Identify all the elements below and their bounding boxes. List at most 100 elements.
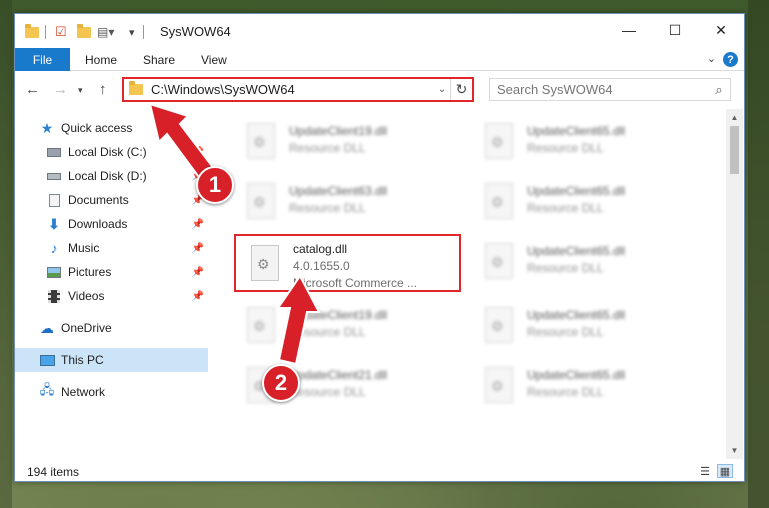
pin-icon[interactable]: 📌 <box>192 243 204 254</box>
dll-file-icon <box>247 307 281 347</box>
file-type: Resource DLL <box>527 325 604 339</box>
computer-icon <box>39 353 55 367</box>
scroll-down-icon[interactable]: ▼ <box>726 442 743 459</box>
sidebar-item-label: Downloads <box>68 217 128 231</box>
sidebar-item-label: This PC <box>61 353 104 367</box>
file-tile[interactable]: UpdateClient65.dll Resource DLL <box>477 301 703 357</box>
tab-share[interactable]: Share <box>143 48 175 71</box>
file-tile[interactable]: UpdateClient65.dll Resource DLL <box>477 361 703 417</box>
new-folder-icon[interactable] <box>77 23 91 41</box>
tab-view[interactable]: View <box>201 48 227 71</box>
documents-icon <box>46 193 62 207</box>
file-name: UpdateClient19.dll <box>289 308 388 322</box>
sidebar-item-videos[interactable]: Videos 📌 <box>15 284 208 308</box>
status-bar: 194 items ☰ ▦ <box>15 459 744 483</box>
dll-file-icon <box>247 183 281 223</box>
navigation-bar: ← → ▾ ↑ C:\Windows\SysWOW64 ⌄ ↻ ⌕ <box>15 71 744 109</box>
customize-icon[interactable]: ▤▾ <box>97 23 114 41</box>
file-name: UpdateClient63.dll <box>289 184 388 198</box>
tab-home[interactable]: Home <box>85 48 117 71</box>
file-type: Resource DLL <box>527 141 604 155</box>
scrollbar-thumb[interactable] <box>730 126 739 174</box>
sidebar-item-label: Local Disk (C:) <box>68 145 147 159</box>
sidebar-item-documents[interactable]: Documents 📌 <box>15 188 208 212</box>
explorer-window: ☑ ▤▾ ▾ SysWOW64 — ☐ ✕ File Home Share Vi… <box>14 13 745 482</box>
close-button[interactable]: ✕ <box>698 14 744 46</box>
sidebar-item-label: Documents <box>68 193 129 207</box>
refresh-icon[interactable]: ↻ <box>450 79 472 100</box>
pin-icon[interactable]: 📌 <box>192 147 204 158</box>
background-tree-trunk <box>748 0 769 508</box>
sidebar-item-label: Pictures <box>68 265 112 279</box>
folder-icon <box>25 23 39 41</box>
sidebar-item-label: Videos <box>68 289 105 303</box>
minimize-button[interactable]: — <box>606 14 652 46</box>
catalog-highlight-box <box>234 234 461 292</box>
file-tile[interactable]: UpdateClient65.dll Resource DLL <box>477 177 703 233</box>
sidebar-item-label: Quick access <box>61 121 133 135</box>
search-icon[interactable]: ⌕ <box>708 82 730 98</box>
recent-locations-icon[interactable]: ▾ <box>78 85 83 96</box>
file-name: UpdateClient65.dll <box>527 184 626 198</box>
expand-ribbon-icon[interactable]: ⌄ <box>707 52 716 65</box>
pin-icon[interactable]: 📌 <box>192 267 204 278</box>
sidebar-item-label: Local Disk (D:) <box>68 169 147 183</box>
vertical-scrollbar[interactable]: ▲ ▼ <box>726 109 743 459</box>
sidebar-item-music[interactable]: ♪ Music 📌 <box>15 236 208 260</box>
file-name: UpdateClient19.dll <box>289 124 388 138</box>
file-tile[interactable]: UpdateClient19.dll Resource DLL <box>239 117 465 173</box>
separator <box>143 23 144 41</box>
sidebar-item-quick-access[interactable]: ★ Quick access <box>15 116 208 140</box>
quick-access-dropdown-icon[interactable]: ▾ <box>129 23 135 41</box>
file-type: Resource DLL <box>527 385 604 399</box>
file-tile[interactable]: UpdateClient63.dll Resource DLL <box>239 177 465 233</box>
properties-icon[interactable]: ☑ <box>55 23 67 41</box>
music-icon: ♪ <box>50 240 58 256</box>
scroll-up-icon[interactable]: ▲ <box>726 109 743 126</box>
sidebar-item-local-disk-d[interactable]: Local Disk (D:) 📌 <box>15 164 208 188</box>
star-icon: ★ <box>40 119 54 136</box>
background-tree-trunk <box>0 0 12 508</box>
folder-icon <box>129 81 143 95</box>
up-arrow-icon[interactable]: ↑ <box>99 81 107 98</box>
pin-icon[interactable]: 📌 <box>192 219 204 230</box>
sidebar-item-onedrive[interactable]: ☁ OneDrive <box>15 316 208 340</box>
file-type: Resource DLL <box>289 201 366 215</box>
separator <box>45 23 46 41</box>
file-tile[interactable]: UpdateClient65.dll Resource DLL <box>477 237 703 293</box>
pin-icon[interactable]: 📌 <box>192 291 204 302</box>
tab-file[interactable]: File <box>15 48 70 71</box>
sidebar-item-label: Music <box>68 241 100 255</box>
forward-arrow-icon[interactable]: → <box>53 81 68 98</box>
help-icon[interactable]: ? <box>723 52 738 67</box>
sidebar-item-local-disk-c[interactable]: Local Disk (C:) 📌 <box>15 140 208 164</box>
file-tile[interactable]: UpdateClient65.dll Resource DLL <box>477 117 703 173</box>
window-title: SysWOW64 <box>160 24 231 39</box>
search-box[interactable]: ⌕ <box>489 78 731 101</box>
address-dropdown-icon[interactable]: ⌄ <box>434 84 450 95</box>
file-type: Resource DLL <box>527 201 604 215</box>
sidebar-item-label: OneDrive <box>61 321 112 335</box>
details-view-icon[interactable]: ☰ <box>697 464 713 478</box>
sidebar-item-downloads[interactable]: ⬇ Downloads 📌 <box>15 212 208 236</box>
file-name: UpdateClient65.dll <box>527 368 626 382</box>
sidebar-item-this-pc[interactable]: This PC <box>15 348 208 372</box>
back-arrow-icon[interactable]: ← <box>25 81 40 98</box>
videos-icon <box>46 289 62 303</box>
dll-file-icon <box>247 123 281 163</box>
address-bar[interactable]: C:\Windows\SysWOW64 ⌄ ↻ <box>122 77 474 102</box>
tiles-view-icon[interactable]: ▦ <box>717 464 733 478</box>
maximize-button[interactable]: ☐ <box>652 14 698 46</box>
file-tile[interactable]: UpdateClient19.dll Resource DLL <box>239 301 465 357</box>
sidebar-item-pictures[interactable]: Pictures 📌 <box>15 260 208 284</box>
title-bar: ☑ ▤▾ ▾ SysWOW64 — ☐ ✕ <box>15 14 744 48</box>
search-input[interactable] <box>497 82 708 97</box>
file-type: Resource DLL <box>289 325 366 339</box>
sidebar-item-network[interactable]: 🖧 Network <box>15 380 208 404</box>
drive-icon <box>46 169 62 183</box>
address-path[interactable]: C:\Windows\SysWOW64 <box>151 82 434 97</box>
network-icon: 🖧 <box>39 382 55 397</box>
cloud-icon: ☁ <box>40 319 54 336</box>
ribbon-tabs: File Home Share View ⌄ ? <box>15 48 744 71</box>
file-name: UpdateClient65.dll <box>527 244 626 258</box>
